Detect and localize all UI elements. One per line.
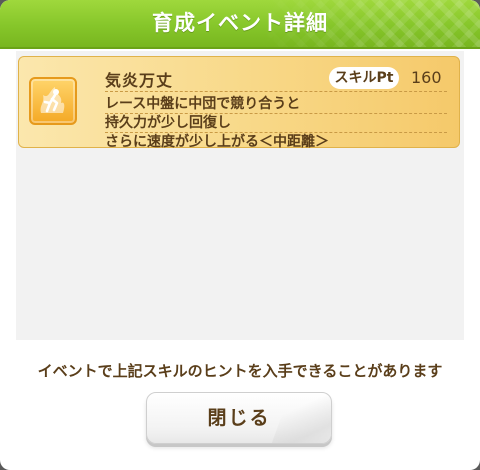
skill-description-line: さらに速度が少し上がる＜中距離＞: [105, 134, 329, 150]
close-button-label: 閉じる: [207, 407, 271, 429]
content-area[interactable]: 気炎万丈 スキルPt 160 レース中盤に中団で競り合うと 持久力が少し回復し …: [16, 51, 464, 340]
hint-text: イベントで上記スキルのヒントを入手できることがあります: [37, 362, 443, 380]
skill-pt-value: 160: [411, 68, 442, 87]
running-flame-icon: [29, 77, 77, 125]
skill-name: 気炎万丈: [105, 71, 174, 90]
skill-description-line: レース中盤に中団で競り合うと: [105, 96, 301, 112]
running-flame-icon-glyph: [40, 87, 65, 113]
dialog-title: 育成イベント詳細: [152, 11, 328, 35]
event-detail-dialog: 育成イベント詳細 気炎万丈 スキルPt 160 レース中盤に中団で競り合うと 持…: [0, 0, 480, 470]
skill-description-line: 持久力が少し回復し: [105, 115, 231, 131]
description-divider: [105, 91, 447, 92]
dialog-header: 育成イベント詳細: [0, 0, 480, 49]
skill-pt-badge: スキルPt: [329, 67, 399, 89]
close-button[interactable]: 閉じる: [146, 392, 332, 444]
skill-card[interactable]: 気炎万丈 スキルPt 160 レース中盤に中団で競り合うと 持久力が少し回復し …: [18, 56, 460, 150]
